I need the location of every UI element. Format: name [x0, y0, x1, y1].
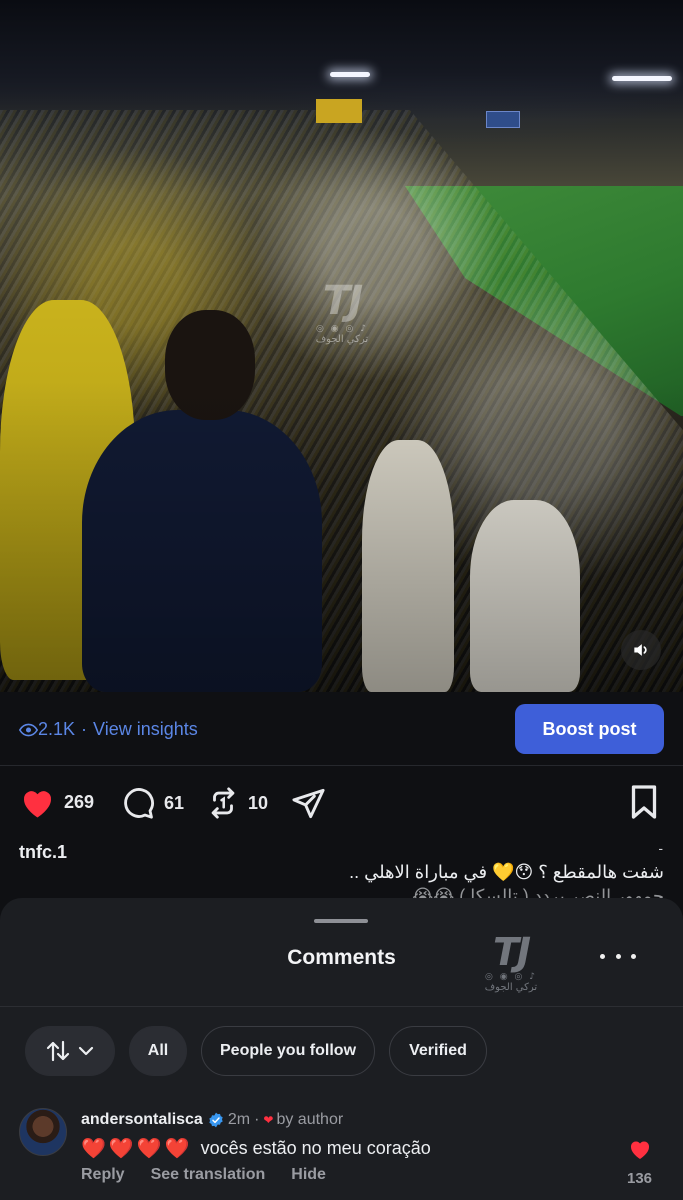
- see-translation-button[interactable]: See translation: [151, 1166, 266, 1184]
- repost-button[interactable]: 10: [206, 786, 268, 820]
- comment-time: 2m: [227, 1111, 251, 1128]
- comment-button[interactable]: 61: [120, 786, 184, 820]
- watermark-logo: TJ: [322, 278, 363, 324]
- photo-shade: [0, 0, 683, 692]
- comment-text: vocês estão no meu coração: [200, 1138, 431, 1158]
- comment-like-button[interactable]: 136: [627, 1138, 652, 1187]
- reply-button[interactable]: Reply: [81, 1166, 125, 1184]
- views-count: 2.1K: [38, 719, 76, 739]
- boost-post-button[interactable]: Boost post: [515, 704, 664, 754]
- sheet-title: Comments: [287, 946, 396, 969]
- sheet-watermark: TJ ◎ ◉ ◎ ♪ تركي الجوف: [476, 932, 546, 993]
- heart-icon: [630, 1141, 649, 1159]
- avatar[interactable]: [19, 1108, 67, 1156]
- filter-all[interactable]: All: [129, 1026, 187, 1076]
- more-icon: [631, 953, 636, 959]
- divider: [0, 1006, 683, 1007]
- insights-bar: 2.1K · View insights Boost post: [0, 692, 683, 766]
- comment-emoji: ❤️❤️❤️❤️: [81, 1138, 193, 1160]
- view-insights-label: View insights: [93, 719, 198, 739]
- post-media[interactable]: TJ ◎ ◉ ◎ ♪ تركي الجوف: [0, 0, 683, 692]
- like-button[interactable]: 269: [19, 786, 94, 819]
- comment-actions: Reply See translation Hide: [81, 1166, 326, 1184]
- by-author-label: by author: [276, 1111, 344, 1128]
- more-icon: [600, 953, 605, 959]
- watermark-name: تركي الجوف: [484, 982, 538, 993]
- comment-count: 61: [164, 792, 185, 813]
- comment-like-count: 136: [627, 1170, 653, 1187]
- more-icon: [615, 953, 621, 959]
- verified-icon: [209, 1112, 223, 1128]
- sort-button[interactable]: [25, 1026, 115, 1076]
- sheet-drag-handle[interactable]: [314, 919, 368, 923]
- share-icon: [292, 788, 325, 819]
- photo-watermark: TJ ◎ ◉ ◎ ♪ تركي الجوف: [302, 278, 382, 345]
- comment-item: andersontalisca 2m · ❤ by author ❤️❤️❤️❤…: [19, 1108, 683, 1200]
- bookmark-icon[interactable]: [628, 784, 660, 820]
- filter-verified[interactable]: Verified: [389, 1026, 487, 1076]
- share-button[interactable]: [290, 786, 335, 821]
- author-heart-icon: ❤: [263, 1113, 274, 1127]
- post-actions: 269 61 10: [0, 780, 683, 828]
- sound-button[interactable]: [621, 630, 661, 670]
- separator: ·: [81, 719, 88, 739]
- comment-username[interactable]: andersontalisca: [81, 1111, 203, 1129]
- watermark-logo: TJ: [492, 930, 531, 974]
- watermark-socials: ◎ ◉ ◎ ♪: [316, 324, 368, 334]
- heart-icon: [23, 791, 52, 818]
- comment-icon: [124, 788, 154, 819]
- comment-header: andersontalisca 2m · ❤ by author: [81, 1111, 343, 1129]
- sort-icon: [46, 1040, 70, 1062]
- watermark-name: تركي الجوف: [315, 334, 369, 345]
- view-insights-link[interactable]: 2.1K · View insights: [19, 719, 198, 740]
- comments-sheet: Comments TJ ◎ ◉ ◎ ♪ تركي الجوف All Peopl…: [0, 898, 683, 1200]
- caption-line: شفت هالمقطع ؟ 😯💛 في مباراة الاهلي ..: [349, 862, 664, 882]
- hide-button[interactable]: Hide: [291, 1166, 326, 1184]
- repost-icon: [211, 787, 235, 819]
- sound-icon: [634, 644, 647, 656]
- repost-count: 10: [248, 792, 269, 813]
- post-username[interactable]: tnfc.1: [19, 842, 67, 863]
- like-count: 269: [64, 792, 95, 812]
- eye-icon: [19, 723, 38, 736]
- filter-people-you-follow[interactable]: People you follow: [201, 1026, 375, 1076]
- watermark-socials: ◎ ◉ ◎ ♪: [485, 972, 537, 982]
- chevron-down-icon: [78, 1046, 94, 1056]
- more-options-button[interactable]: [600, 944, 636, 968]
- comment-text-row: ❤️❤️❤️❤️ vocês estão no meu coração: [81, 1136, 431, 1161]
- comment-filters: All People you follow Verified: [25, 1026, 487, 1076]
- separator: ·: [254, 1111, 260, 1128]
- caption-dash: -: [658, 840, 663, 856]
